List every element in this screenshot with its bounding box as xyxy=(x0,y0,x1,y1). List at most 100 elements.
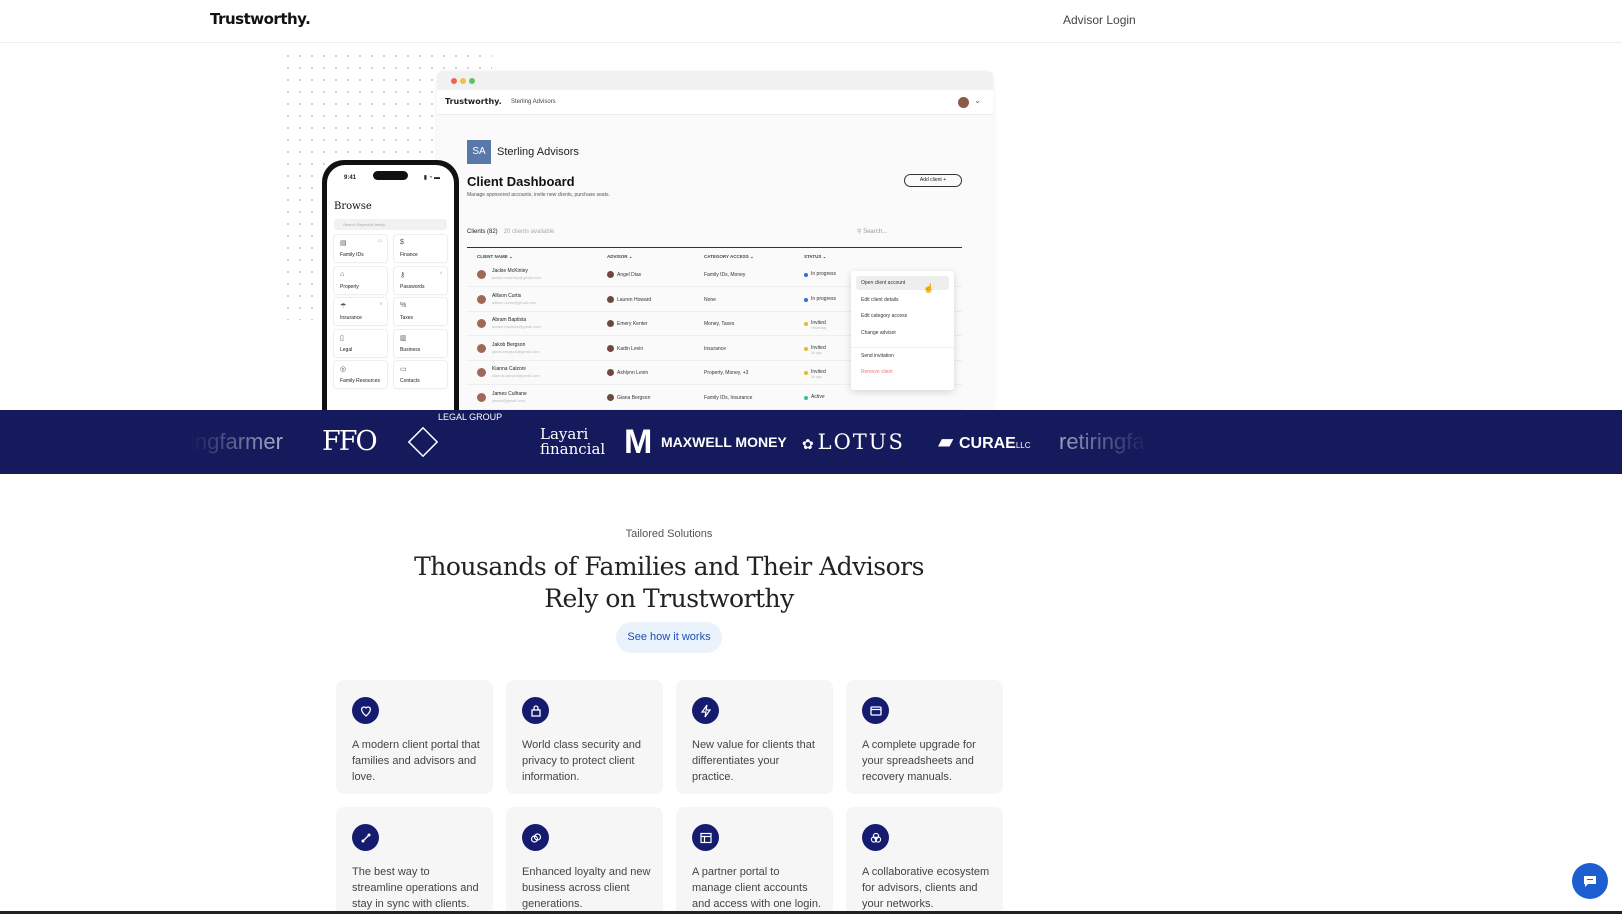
category-access: Family IDs, Insurance xyxy=(704,394,753,401)
partner-logo: ▰ CURAELLC xyxy=(938,410,1031,474)
partner-logo: FFO xyxy=(322,426,378,457)
section-headline: Thousands of Families and Their Advisors xyxy=(414,552,924,581)
feature-text: A partner portal to manage client accoun… xyxy=(692,866,822,910)
advisor-name: Angel Dias xyxy=(617,272,642,278)
layout-icon xyxy=(699,832,712,843)
advisor-avatar xyxy=(607,369,614,376)
lightning-icon xyxy=(700,704,711,717)
tile-label: Family IDs xyxy=(340,252,364,258)
feature-card: New value for clients that differentiate… xyxy=(676,680,833,794)
browse-title: Browse xyxy=(334,201,372,212)
feature-icon-badge xyxy=(692,697,719,724)
client-email: james@gmail.com xyxy=(492,397,525,403)
advisor-name: Ashlynn Levin xyxy=(617,370,649,376)
partner-logo: Layari financial xyxy=(540,425,606,458)
lock-icon xyxy=(530,704,541,717)
partner-logo: MAXWELL MONEY xyxy=(661,434,787,450)
app-header: Trustworthy. Sterling Advisors ⌄ xyxy=(437,90,993,115)
feature-card: Enhanced loyalty and new business across… xyxy=(506,807,663,914)
browse-tile: ▤ 12 Family IDs xyxy=(334,235,387,262)
dashboard-subtitle: Manage sponsored accounts, invite new cl… xyxy=(467,192,610,198)
link-icon xyxy=(530,832,541,843)
status-dot xyxy=(804,297,808,302)
browse-tile: ⚷ 4 Passwords xyxy=(394,266,447,294)
heart-icon xyxy=(360,705,371,717)
partner-logo-text: GENERATIONS LEGAL GROUP xyxy=(438,410,503,422)
partner-logo: ✿ LOTUS xyxy=(802,410,905,474)
advisor-avatar xyxy=(607,295,614,303)
feature-text: The best way to streamline operations an… xyxy=(352,866,479,910)
col-client-name: CLIENT NAME ⌄ xyxy=(477,254,513,259)
dashboard-title: Client Dashboard xyxy=(467,174,575,189)
tile-icon: $ xyxy=(400,239,404,246)
client-email: abram.baptista@gmail.com xyxy=(492,324,541,329)
feature-text: New value for clients that differentiate… xyxy=(692,739,815,783)
clients-available: 20 clients available xyxy=(503,229,555,235)
advisor-avatar xyxy=(607,344,614,352)
phone-screen: 9:41 ▮ ◔ ▬ Browse Search Reynolds family… xyxy=(327,165,454,410)
feature-icon-badge xyxy=(522,824,549,851)
browse-tile: ◎ Family Resources xyxy=(334,361,387,388)
advisor-avatar xyxy=(607,271,614,278)
lotus-icon: ✿ xyxy=(802,436,814,452)
see-how-it-works-button[interactable]: See how it works xyxy=(616,622,722,653)
tile-count: 9 xyxy=(379,301,382,306)
tile-count: 12 xyxy=(377,238,382,243)
tile-count: 4 xyxy=(439,269,442,275)
status-time: Yesterday xyxy=(811,326,827,330)
fade-left xyxy=(190,410,310,474)
feature-card: A collaborative ecosystem for advisors, … xyxy=(846,807,1003,914)
tile-label: Family Resources xyxy=(340,378,381,384)
tile-icon: ▤ xyxy=(340,240,347,247)
tile-label: Legal xyxy=(340,346,353,353)
feature-card: The best way to streamline operations an… xyxy=(336,807,493,914)
feature-icon-badge xyxy=(352,697,379,724)
page: Trustworthy. Advisor Login Trustworthy. … xyxy=(0,0,1622,914)
status-badge: Active xyxy=(811,393,825,400)
browse-tile: ☂ 9 Insurance xyxy=(334,298,387,325)
browse-tile: $ Finance xyxy=(394,235,447,262)
browser-titlebar xyxy=(437,71,993,90)
client-name: Jakob Bergson xyxy=(492,341,526,348)
client-email: jakob.bergson@gmail.com xyxy=(492,348,540,354)
search-placeholder: Search... xyxy=(863,229,888,235)
menu-divider xyxy=(851,347,954,348)
feature-icon-badge xyxy=(862,824,889,851)
site-logo[interactable]: Trustworthy. xyxy=(210,10,311,28)
status-badge: In progress xyxy=(811,295,837,302)
tile-icon: % xyxy=(400,302,407,309)
clients-label: Clients (82) xyxy=(467,229,498,235)
feature-card: A partner portal to manage client accoun… xyxy=(676,807,833,914)
partner-logo-text: CURAE xyxy=(958,435,1016,452)
feature-text: Enhanced loyalty and new business across… xyxy=(522,866,651,910)
section-headline-2: Rely on Trustworthy xyxy=(544,584,794,613)
client-name: James Culhane xyxy=(492,390,527,397)
partner-logo: GENERATIONS LEGAL GROUP xyxy=(407,410,512,474)
advisor-login-link[interactable]: Advisor Login xyxy=(1063,13,1136,27)
section-eyebrow: Tailored Solutions xyxy=(625,528,713,540)
col-status: STATUS ⌄ xyxy=(804,254,827,259)
feature-text: A collaborative ecosystem for advisors, … xyxy=(862,866,990,910)
minimize-dot-icon xyxy=(460,78,466,84)
app-firm: Sterling Advisors xyxy=(511,99,556,105)
row-context-menu: Open client account Edit client details … xyxy=(851,271,954,390)
chat-icon xyxy=(1584,876,1596,887)
status-time: 3d ago xyxy=(811,375,822,379)
client-name: Kianna Calzoni xyxy=(492,366,526,372)
browse-tile: ▯ Legal xyxy=(334,329,387,357)
menu-edit-details: Edit client details xyxy=(861,297,899,303)
tile-label: Passwords xyxy=(400,283,425,290)
avatar xyxy=(477,368,486,377)
category-access: Property, Money, +3 xyxy=(704,370,749,376)
client-email: kianna.calzoni@gmail.com xyxy=(492,373,540,378)
chat-button[interactable] xyxy=(1572,863,1608,899)
advisor-name: Emery Kenter xyxy=(617,321,648,327)
feature-icon-badge xyxy=(692,824,719,851)
firm-name: Sterling Advisors xyxy=(497,146,579,158)
client-name: Jackie McKinley xyxy=(492,268,528,274)
avatar xyxy=(477,270,486,279)
advisor-name: Kadin Levin xyxy=(617,345,644,352)
cursor-icon: ☝ xyxy=(923,283,935,293)
feature-text: A complete upgrade for your spreadsheets… xyxy=(862,739,976,783)
avatar xyxy=(477,343,486,353)
